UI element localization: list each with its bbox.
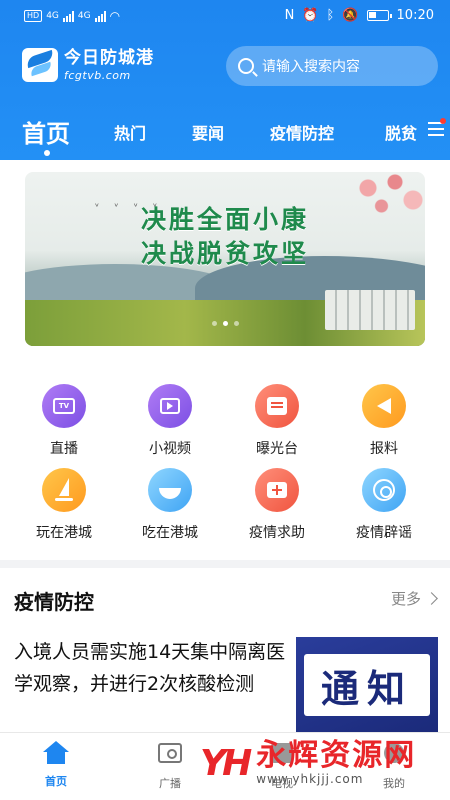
home-icon	[43, 741, 69, 765]
entry-short-video[interactable]: 小视频	[120, 384, 220, 458]
tab-news[interactable]: 要闻	[192, 120, 224, 144]
search-icon	[238, 58, 254, 74]
banner-headline-2: 决战脱贫攻坚	[140, 239, 309, 268]
entry-label: 报料	[370, 441, 398, 457]
wifi-icon: ◠	[109, 9, 121, 23]
active-tab-indicator	[44, 150, 50, 156]
radio-icon	[157, 743, 183, 767]
entry-label: 小视频	[149, 441, 191, 457]
nav-home[interactable]: 首页	[26, 741, 86, 789]
medical-kit-icon	[255, 468, 299, 512]
app-logo[interactable]: 今日防城港 fcgtvb.com	[22, 48, 154, 82]
entry-eat[interactable]: 吃在港城	[120, 468, 220, 542]
entry-label: 曝光台	[256, 441, 298, 457]
channel-tabs: 首页 热门 要闻 疫情防控 脱贫	[0, 112, 450, 152]
nav-radio[interactable]: 广播	[140, 741, 200, 791]
more-link[interactable]: 更多	[390, 588, 438, 609]
chevron-right-icon	[425, 592, 438, 605]
entry-live[interactable]: TV 直播	[14, 384, 114, 458]
banner-headline-1: 决胜全面小康	[140, 205, 309, 234]
entry-label: 吃在港城	[142, 525, 198, 541]
channel-menu-icon[interactable]	[428, 118, 446, 136]
watermark-url: www.yhkjjj.com	[256, 772, 364, 786]
search-placeholder: 请输入搜索内容	[262, 59, 360, 75]
entry-exposure[interactable]: 曝光台	[227, 384, 327, 458]
logo-domain: fcgtvb.com	[64, 68, 131, 82]
video-icon	[148, 384, 192, 428]
section-title: 疫情防控	[14, 590, 94, 614]
hd-badge: HD	[24, 10, 43, 22]
signal-icon-2	[94, 10, 106, 22]
bluetooth-icon: ᛒ	[326, 8, 335, 23]
news-icon	[255, 384, 299, 428]
app-header: HD 4G 4G ◠ N ⏰ ᛒ 🔕 10:20 今日防城港 fcgtvb.co…	[0, 0, 450, 160]
watermark-name: 永辉资源网	[256, 738, 417, 773]
entry-label: 直播	[50, 441, 78, 457]
entry-play[interactable]: 玩在港城	[14, 468, 114, 542]
notification-dot	[440, 118, 446, 124]
more-label: 更多	[390, 590, 421, 608]
clock: 10:20	[396, 8, 434, 23]
nfc-icon: N	[284, 8, 295, 23]
bowl-icon	[148, 468, 192, 512]
logo-name: 今日防城港	[64, 47, 154, 68]
logo-mark-icon	[22, 48, 58, 82]
thumbnail-text: 通知	[304, 654, 430, 716]
tab-hot[interactable]: 热门	[114, 120, 146, 144]
entry-label: 疫情求助	[249, 525, 305, 541]
watermark: YH 永辉资源网 www.yhkjjj.com	[200, 738, 417, 787]
section-divider	[0, 560, 450, 568]
nav-label: 广播	[159, 777, 181, 790]
watermark-logo: YH	[200, 742, 252, 784]
article-thumbnail[interactable]: 通知	[296, 637, 438, 733]
entry-label: 玩在港城	[36, 525, 92, 541]
article-title[interactable]: 入境人员需实施14天集中隔离医学观察，并进行2次核酸检测	[14, 636, 286, 700]
network-label-2: 4G	[77, 11, 91, 21]
entry-report[interactable]: 报料	[334, 384, 434, 458]
network-label: 4G	[46, 11, 59, 21]
tab-poverty[interactable]: 脱贫	[385, 120, 417, 144]
battery-icon	[366, 10, 392, 21]
carousel-indicator	[25, 321, 425, 326]
entry-epidemic-help[interactable]: 疫情求助	[227, 468, 327, 542]
tv-icon: TV	[42, 384, 86, 428]
status-bar: HD 4G 4G ◠ N ⏰ ᛒ 🔕 10:20	[0, 0, 450, 34]
mute-icon: 🔕	[342, 8, 359, 23]
megaphone-icon	[362, 384, 406, 428]
tab-epidemic[interactable]: 疫情防控	[270, 120, 334, 144]
promo-banner[interactable]: ᵛ ᵛ ᵛ ᵛ 决胜全面小康 决战脱贫攻坚	[25, 172, 425, 346]
entry-label: 疫情辟谣	[356, 525, 412, 541]
nav-label: 首页	[45, 775, 67, 788]
entry-rumor-refute[interactable]: 疫情辟谣	[334, 468, 434, 542]
sailboat-icon	[42, 468, 86, 512]
tab-home[interactable]: 首页	[22, 114, 70, 149]
alarm-icon: ⏰	[302, 8, 319, 23]
target-icon	[362, 468, 406, 512]
search-input[interactable]: 请输入搜索内容	[226, 46, 438, 86]
signal-icon	[62, 10, 74, 22]
